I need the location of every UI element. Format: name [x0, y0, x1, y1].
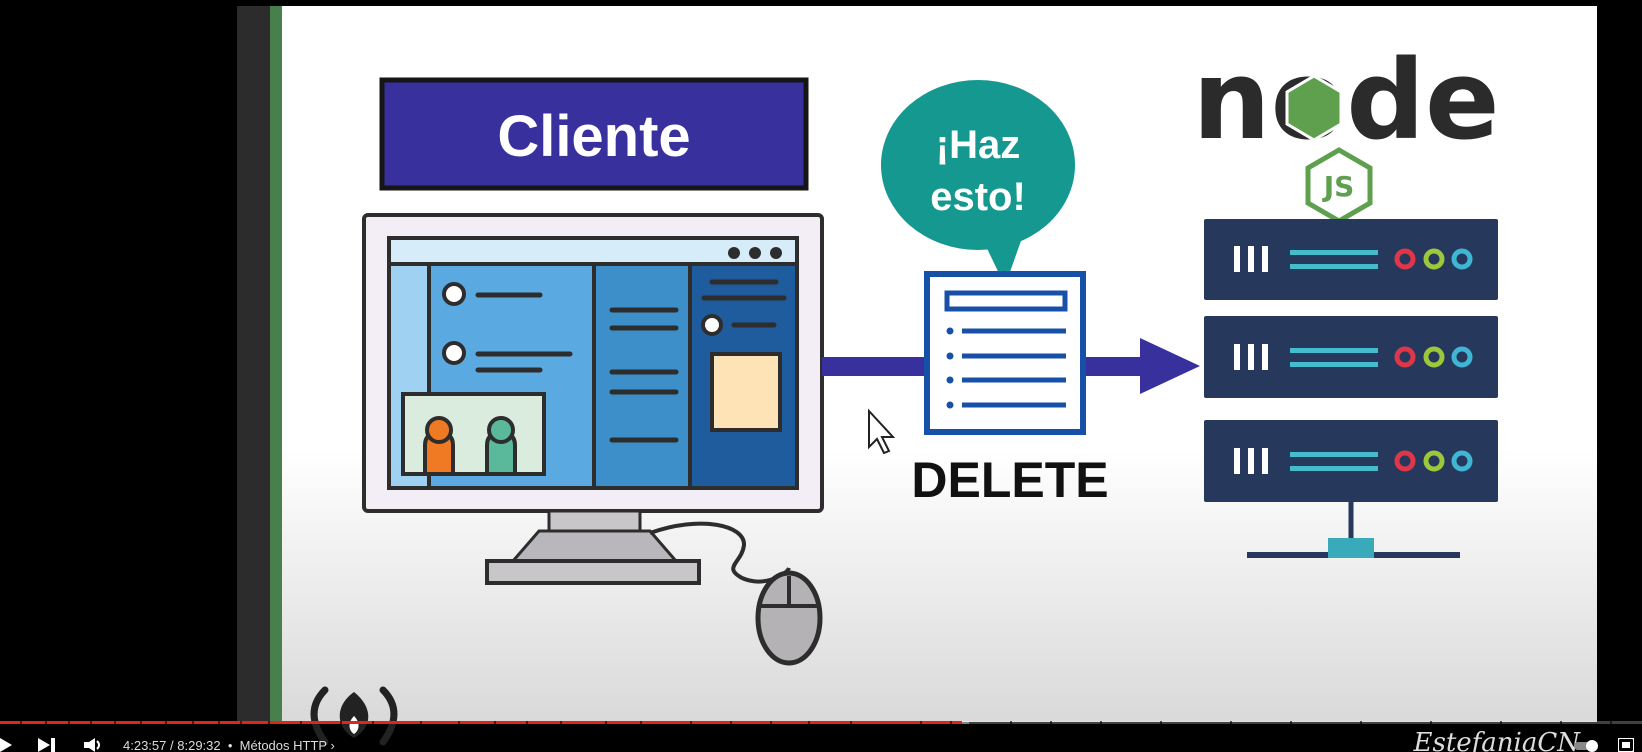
chapter-marker [300, 721, 302, 724]
progress-fill [0, 721, 963, 724]
chapter-marker [114, 721, 116, 724]
node-js-badge: JS [1322, 170, 1355, 203]
chapter-marker [808, 721, 810, 724]
left-accent-bar [270, 6, 282, 722]
chapter-marker [850, 721, 852, 724]
chapter-marker [1050, 721, 1052, 724]
chapter-marker [1290, 721, 1292, 724]
chapter-marker [950, 721, 952, 724]
play-icon[interactable] [0, 738, 12, 752]
chapter-title[interactable]: Métodos HTTP [240, 738, 327, 752]
chapter-chevron-icon[interactable]: › [330, 738, 334, 752]
client-label: Cliente [497, 104, 690, 169]
time-separator: / [170, 738, 174, 752]
chapter-marker [605, 721, 607, 724]
video-frame: Cliente ¡Haz esto! DELETE node JS [237, 6, 1597, 746]
settings-icon[interactable] [1618, 738, 1634, 752]
chapter-marker [90, 721, 92, 724]
chapter-marker [730, 721, 732, 724]
request-document-icon [924, 271, 1086, 435]
chapter-marker [45, 721, 47, 724]
time-total: 8:29:32 [177, 738, 221, 752]
chapter-marker [1560, 721, 1562, 724]
chapter-marker [340, 721, 342, 724]
chapter-marker [640, 721, 642, 724]
left-dark-panel [237, 6, 270, 722]
chapter-marker [165, 721, 167, 724]
watermark-signature: EstefaniaCN [1413, 728, 1581, 752]
chapter-marker [560, 721, 562, 724]
node-logo-text: node [1192, 36, 1499, 164]
video-player[interactable]: Cliente ¡Haz esto! DELETE node JS 4:23:5… [0, 0, 1642, 752]
chapter-marker [268, 721, 270, 724]
chapter-marker [1230, 721, 1232, 724]
autoplay-toggle-icon[interactable] [1574, 740, 1598, 752]
chapter-marker [140, 721, 142, 724]
chapter-marker [20, 721, 22, 724]
next-icon[interactable] [38, 738, 56, 752]
chapter-marker [1100, 721, 1102, 724]
chapter-marker [68, 721, 70, 724]
bubble-text-line1: ¡Haz [936, 123, 1020, 167]
chapter-marker [1360, 721, 1362, 724]
chapter-dot: • [224, 738, 237, 752]
chapter-marker [192, 721, 194, 724]
time-display: 4:23:57 / 8:29:32 • Métodos HTTP › [123, 738, 335, 752]
chapter-marker [1610, 721, 1612, 724]
chapter-marker [372, 721, 374, 724]
chapter-marker [240, 721, 242, 724]
bubble-text-line2: esto! [930, 175, 1026, 219]
chapter-marker [1500, 721, 1502, 724]
chapter-marker [920, 721, 922, 724]
chapter-marker [1010, 721, 1012, 724]
chapter-marker [1430, 721, 1432, 724]
chapter-marker [1160, 721, 1162, 724]
chapter-marker [420, 721, 422, 724]
progress-bar[interactable] [0, 721, 1642, 724]
chapter-marker [458, 721, 460, 724]
chapter-marker [690, 721, 692, 724]
time-current: 4:23:57 [123, 738, 167, 752]
volume-icon[interactable] [84, 738, 102, 752]
http-method-label: DELETE [911, 452, 1108, 508]
chapter-marker [526, 721, 528, 724]
chapter-marker [494, 721, 496, 724]
chapter-marker [770, 721, 772, 724]
chapter-marker [218, 721, 220, 724]
